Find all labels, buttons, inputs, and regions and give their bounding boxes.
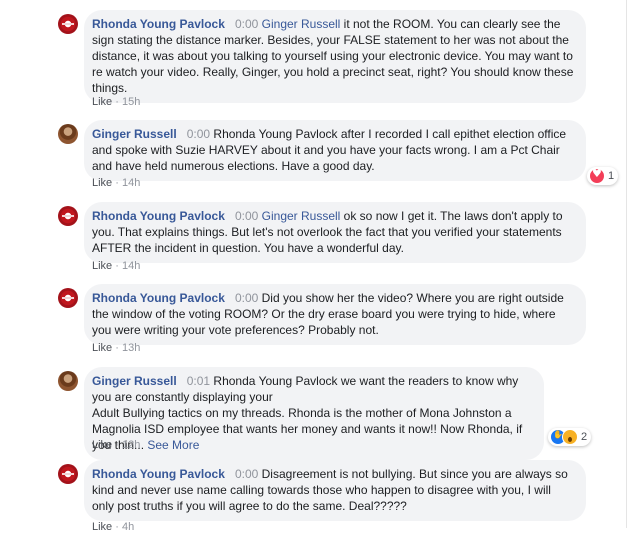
comment-bubble: Rhonda Young Pavlock 0:00 Disagreement i… (84, 460, 586, 521)
like-link[interactable]: Like (92, 439, 112, 451)
comment-author[interactable]: Ginger Russell (92, 127, 177, 141)
voice-timestamp[interactable]: 0:00 (235, 467, 258, 481)
avatar[interactable] (58, 14, 78, 34)
comment-time[interactable]: 4h (122, 521, 134, 533)
comment-author[interactable]: Ginger Russell (92, 374, 177, 388)
reaction-count: 1 (608, 170, 615, 182)
feed-right-border (626, 0, 627, 528)
love-reaction-icon (589, 167, 605, 184)
comment-time[interactable]: 12h (122, 439, 140, 451)
like-link[interactable]: Like (92, 96, 112, 108)
mention-link[interactable]: Ginger Russell (262, 209, 341, 223)
like-link[interactable]: Like (92, 177, 112, 189)
voice-timestamp[interactable]: 0:00 (235, 291, 258, 305)
separator: · (115, 177, 119, 189)
separator: · (115, 342, 119, 354)
wow-reaction-icon (562, 429, 578, 445)
comment-bubble: Rhonda Young Pavlock 0:00 Did you show h… (84, 284, 586, 345)
mention-link[interactable]: Ginger Russell (262, 17, 341, 31)
voice-timestamp[interactable]: 0:00 (235, 209, 258, 223)
separator: · (115, 521, 119, 533)
comment-author[interactable]: Rhonda Young Pavlock (92, 291, 225, 305)
like-link[interactable]: Like (92, 521, 112, 533)
voice-timestamp[interactable]: 0:00 (235, 17, 258, 31)
comment-actions: Like · 12h (92, 438, 140, 452)
voice-timestamp[interactable]: 0:00 (187, 127, 210, 141)
voice-timestamp[interactable]: 0:01 (187, 374, 210, 388)
comment-time[interactable]: 15h (122, 96, 140, 108)
separator: · (115, 96, 119, 108)
reaction-summary[interactable]: 2 (548, 428, 592, 446)
comment-actions: Like · 14h (92, 176, 140, 190)
comment-author[interactable]: Rhonda Young Pavlock (92, 467, 225, 481)
comment-bubble: Ginger Russell 0:01 Rhonda Young Pavlock… (84, 367, 544, 460)
comment-author[interactable]: Rhonda Young Pavlock (92, 17, 225, 31)
reaction-count: 2 (581, 431, 588, 443)
comment-time[interactable]: 14h (122, 260, 140, 272)
comment-time[interactable]: 14h (122, 177, 140, 189)
avatar[interactable] (58, 206, 78, 226)
avatar[interactable] (58, 371, 78, 391)
comment-bubble: Rhonda Young Pavlock 0:00 Ginger Russell… (84, 10, 586, 103)
avatar[interactable] (58, 288, 78, 308)
comment-time[interactable]: 13h (122, 342, 140, 354)
comment-author[interactable]: Rhonda Young Pavlock (92, 209, 225, 223)
separator: · (115, 439, 119, 451)
reaction-summary[interactable]: 1 (587, 167, 619, 185)
comment-actions: Like · 15h (92, 95, 140, 109)
comment-actions: Like · 13h (92, 341, 140, 355)
avatar[interactable] (58, 124, 78, 144)
comment-bubble: Ginger Russell 0:00 Rhonda Young Pavlock… (84, 120, 586, 181)
like-link[interactable]: Like (92, 342, 112, 354)
see-more-link[interactable]: See More (147, 438, 199, 452)
separator: · (115, 260, 119, 272)
comment-bubble: Rhonda Young Pavlock 0:00 Ginger Russell… (84, 202, 586, 263)
comment-actions: Like · 4h (92, 520, 134, 534)
comment-actions: Like · 14h (92, 259, 140, 273)
like-link[interactable]: Like (92, 260, 112, 272)
avatar[interactable] (58, 464, 78, 484)
